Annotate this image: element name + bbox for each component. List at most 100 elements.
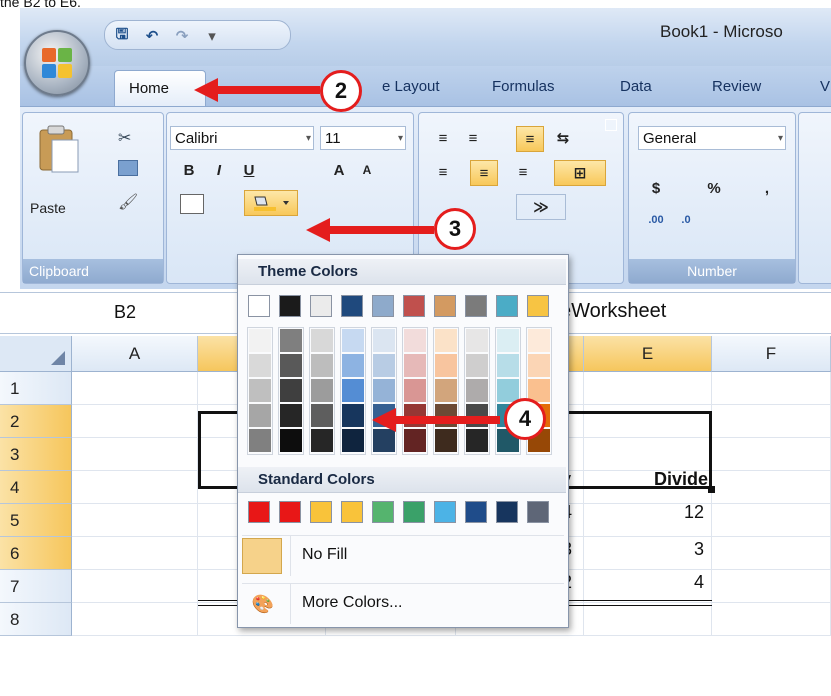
- row-header-5[interactable]: 5: [0, 504, 72, 537]
- grid-cell[interactable]: [712, 372, 831, 405]
- font-family-select[interactable]: Calibri ▾: [170, 126, 314, 150]
- grid-cell[interactable]: [72, 537, 198, 570]
- theme-shade-swatch[interactable]: [466, 354, 488, 377]
- row-header-4[interactable]: 4: [0, 471, 72, 504]
- shrink-font-button[interactable]: A: [354, 158, 380, 182]
- format-painter-icon[interactable]: 🖌: [118, 192, 138, 212]
- standard-color-swatch[interactable]: [341, 501, 363, 523]
- comma-button[interactable]: ,: [760, 176, 774, 200]
- italic-button[interactable]: I: [206, 158, 232, 182]
- grid-cell[interactable]: [72, 471, 198, 504]
- standard-color-swatch[interactable]: [496, 501, 518, 523]
- grid-cell[interactable]: [72, 405, 198, 438]
- underline-button[interactable]: U: [236, 158, 262, 182]
- theme-shade-swatch[interactable]: [280, 329, 302, 352]
- theme-color-swatch[interactable]: [403, 295, 425, 317]
- theme-shade-swatch[interactable]: [466, 379, 488, 402]
- theme-shade-swatch[interactable]: [280, 379, 302, 402]
- grid-cell[interactable]: [712, 603, 831, 636]
- theme-color-swatch[interactable]: [465, 295, 487, 317]
- grid-cell[interactable]: [712, 504, 831, 537]
- theme-shade-swatch[interactable]: [404, 354, 426, 377]
- theme-shade-swatch[interactable]: [373, 379, 395, 402]
- tab-home[interactable]: Home: [114, 70, 206, 107]
- select-all-corner[interactable]: [0, 336, 72, 372]
- theme-shade-swatch[interactable]: [435, 429, 457, 452]
- decrease-decimal-icon[interactable]: .0: [672, 208, 700, 232]
- standard-color-swatch[interactable]: [527, 501, 549, 523]
- theme-shade-swatch[interactable]: [311, 404, 333, 427]
- grow-font-button[interactable]: A: [326, 158, 352, 182]
- theme-shade-swatch[interactable]: [311, 379, 333, 402]
- theme-shade-swatch[interactable]: [342, 404, 364, 427]
- bold-button[interactable]: B: [176, 158, 202, 182]
- grid-cell[interactable]: [72, 438, 198, 471]
- theme-shade-swatch[interactable]: [249, 429, 271, 452]
- row-header-1[interactable]: 1: [0, 372, 72, 405]
- grid-cell[interactable]: [712, 471, 831, 504]
- row-header-8[interactable]: 8: [0, 603, 72, 636]
- theme-shade-swatch[interactable]: [404, 429, 426, 452]
- fill-color-button[interactable]: [244, 190, 298, 216]
- theme-color-swatch[interactable]: [527, 295, 549, 317]
- alignment-launcher-icon[interactable]: [605, 119, 617, 131]
- row-header-6[interactable]: 6: [0, 537, 72, 570]
- theme-shade-swatch[interactable]: [497, 354, 519, 377]
- column-header-a[interactable]: A: [72, 336, 198, 372]
- standard-color-swatch[interactable]: [310, 501, 332, 523]
- standard-color-swatch[interactable]: [465, 501, 487, 523]
- no-fill-item[interactable]: No Fill: [242, 535, 564, 576]
- row-header-7[interactable]: 7: [0, 570, 72, 603]
- column-header-f[interactable]: F: [712, 336, 831, 372]
- grid-cell[interactable]: [712, 438, 831, 471]
- theme-shade-swatch[interactable]: [311, 354, 333, 377]
- undo-icon[interactable]: ↶: [140, 25, 164, 47]
- standard-color-swatch[interactable]: [434, 501, 456, 523]
- grid-cell[interactable]: [72, 603, 198, 636]
- theme-color-swatch[interactable]: [279, 295, 301, 317]
- tab-page-layout[interactable]: e Layout: [382, 78, 440, 95]
- grid-cell[interactable]: [712, 570, 831, 603]
- row-header-3[interactable]: 3: [0, 438, 72, 471]
- cell-e4[interactable]: 12: [584, 496, 704, 529]
- standard-color-swatch[interactable]: [248, 501, 270, 523]
- customize-qat-icon[interactable]: ▾: [200, 25, 224, 47]
- orientation-icon[interactable]: ≫: [516, 194, 566, 220]
- theme-shade-swatch[interactable]: [249, 404, 271, 427]
- tab-review[interactable]: Review: [712, 78, 761, 95]
- currency-button[interactable]: $: [646, 176, 666, 200]
- theme-shade-swatch[interactable]: [466, 329, 488, 352]
- cell-e6[interactable]: 4: [584, 566, 704, 599]
- theme-shade-swatch[interactable]: [435, 379, 457, 402]
- grid-cell[interactable]: [584, 372, 712, 405]
- grid-cell[interactable]: [72, 570, 198, 603]
- align-bottom-icon[interactable]: ≡: [516, 126, 544, 152]
- theme-shade-swatch[interactable]: [404, 379, 426, 402]
- theme-shade-swatch[interactable]: [342, 379, 364, 402]
- theme-color-swatch[interactable]: [372, 295, 394, 317]
- theme-shade-swatch[interactable]: [249, 329, 271, 352]
- theme-shade-swatch[interactable]: [497, 379, 519, 402]
- number-format-select[interactable]: General ▾: [638, 126, 786, 150]
- cell-e3[interactable]: Divide: [584, 463, 708, 496]
- tab-formulas[interactable]: Formulas: [492, 78, 555, 95]
- theme-shade-swatch[interactable]: [373, 429, 395, 452]
- column-header-e[interactable]: E: [584, 336, 712, 372]
- align-middle-icon[interactable]: ≡: [460, 126, 486, 150]
- copy-icon[interactable]: [118, 160, 138, 176]
- theme-shade-swatch[interactable]: [466, 429, 488, 452]
- formula-content[interactable]: eWorksheet: [560, 300, 666, 323]
- theme-color-swatch[interactable]: [496, 295, 518, 317]
- theme-color-swatch[interactable]: [248, 295, 270, 317]
- name-box[interactable]: B2: [0, 292, 251, 332]
- office-button[interactable]: [24, 30, 90, 96]
- tab-data[interactable]: Data: [620, 78, 652, 95]
- align-center-icon[interactable]: ≡: [470, 160, 498, 186]
- merge-center-icon[interactable]: ⊞: [554, 160, 606, 186]
- theme-shade-swatch[interactable]: [280, 354, 302, 377]
- column-header-b[interactable]: [198, 336, 242, 372]
- percent-button[interactable]: %: [704, 176, 724, 200]
- theme-shade-swatch[interactable]: [404, 329, 426, 352]
- theme-shade-swatch[interactable]: [528, 329, 550, 352]
- theme-shade-swatch[interactable]: [342, 329, 364, 352]
